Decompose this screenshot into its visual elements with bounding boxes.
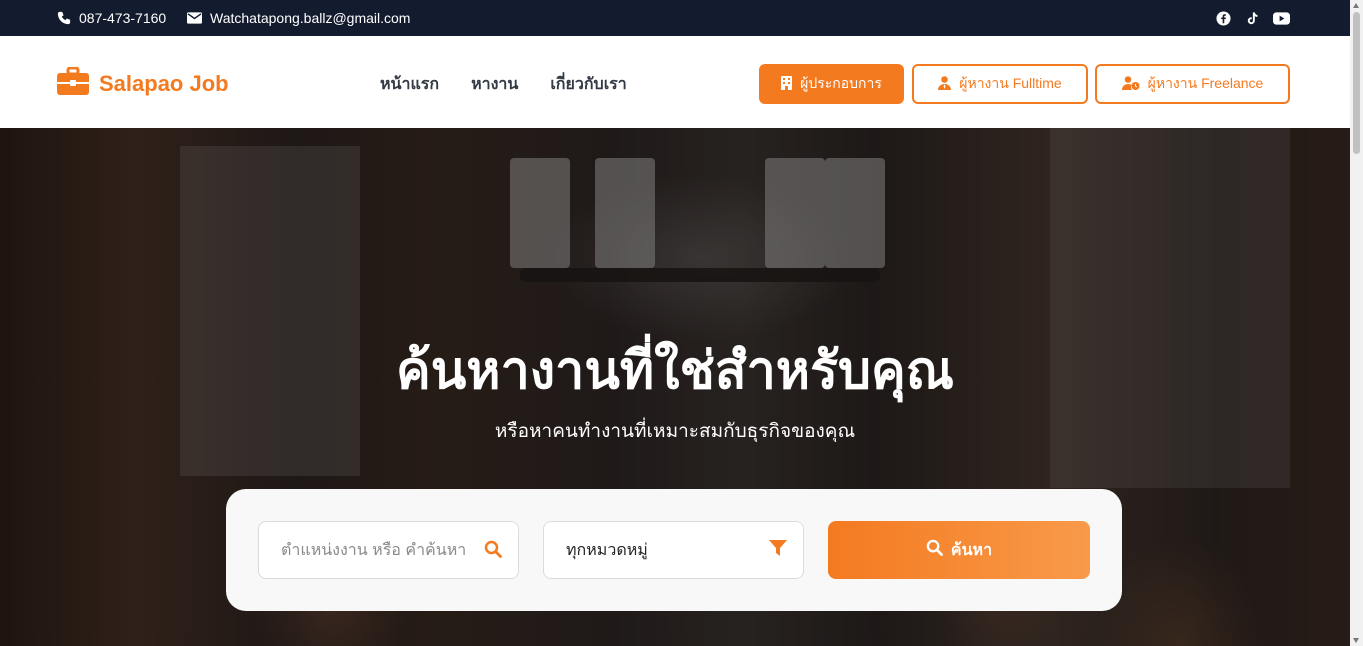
youtube-icon[interactable] (1273, 11, 1290, 25)
job-search-form: ตำแหน่งงาน หรือ คำค้นหา ทุกหมวดหมู่ ค้นห… (226, 489, 1122, 611)
employer-button-label: ผู้ประกอบการ (800, 75, 882, 91)
filter-icon (769, 540, 787, 561)
social-links (1216, 0, 1290, 36)
envelope-icon (187, 12, 202, 24)
brand-name: Salapao Job (99, 71, 229, 96)
page-scrollbar[interactable] (1350, 0, 1363, 646)
search-button[interactable]: ค้นหา (828, 521, 1090, 579)
nav-about[interactable]: เกี่ยวกับเรา (550, 72, 626, 97)
contact-phone[interactable]: 087-473-7160 (57, 0, 166, 36)
building-icon (781, 75, 793, 93)
user-clock-icon (1121, 75, 1140, 93)
search-button-label: ค้นหา (950, 541, 993, 559)
main-nav: หน้าแรก หางาน เกี่ยวกับเรา (380, 72, 627, 97)
site-header: Salapao Job หน้าแรก หางาน เกี่ยวกับเรา ผ… (0, 36, 1350, 128)
top-bar: 087-473-7160 Watchatapong.ballz@gmail.co… (0, 0, 1350, 36)
hero-subtitle: หรือหาคนทำงานที่เหมาะสมกับธุรกิจของคุณ (494, 421, 856, 442)
phone-icon (57, 11, 71, 25)
freelance-seeker-button[interactable]: ผู้หางาน Freelance (1095, 64, 1290, 104)
search-button-icon (926, 539, 943, 561)
category-select[interactable]: ทุกหมวดหมู่ (543, 521, 804, 579)
facebook-icon[interactable] (1216, 10, 1231, 26)
scrollbar-thumb[interactable] (1353, 12, 1360, 154)
fulltime-button-label: ผู้หางาน Fulltime (959, 75, 1062, 91)
freelance-button-label: ผู้หางาน Freelance (1147, 75, 1264, 91)
scroll-down-arrow-icon[interactable] (1353, 638, 1359, 643)
hero-title: ค้นหางานที่ใช่สำหรับคุณ (395, 342, 955, 400)
briefcase-icon (57, 66, 89, 101)
keyword-placeholder: ตำแหน่งงาน หรือ คำค้นหา (281, 541, 467, 559)
keyword-search-input[interactable]: ตำแหน่งงาน หรือ คำค้นหา (258, 521, 519, 579)
contact-email[interactable]: Watchatapong.ballz@gmail.com (187, 0, 410, 36)
search-icon (484, 540, 502, 563)
user-tie-icon (938, 75, 952, 93)
category-selected-value: ทุกหมวดหมู่ (566, 541, 648, 559)
nav-home[interactable]: หน้าแรก (380, 72, 439, 97)
phone-number: 087-473-7160 (79, 10, 167, 26)
brand-logo[interactable]: Salapao Job (57, 66, 229, 101)
hero-section: ค้นหางานที่ใช่สำหรับคุณ หรือหาคนทำงานที่… (0, 128, 1350, 646)
employer-button[interactable]: ผู้ประกอบการ (759, 64, 904, 104)
fulltime-seeker-button[interactable]: ผู้หางาน Fulltime (912, 64, 1088, 104)
tiktok-icon[interactable] (1245, 11, 1259, 26)
nav-find-jobs[interactable]: หางาน (471, 72, 518, 97)
scroll-up-arrow-icon[interactable] (1353, 3, 1359, 8)
email-address: Watchatapong.ballz@gmail.com (210, 10, 411, 26)
